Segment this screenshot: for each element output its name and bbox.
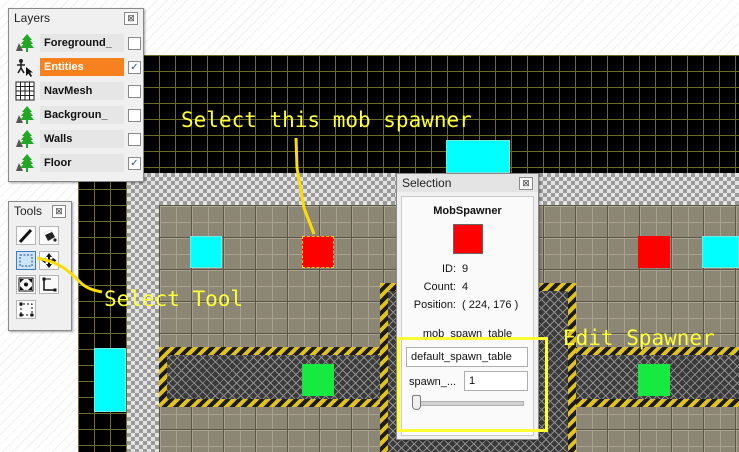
select-tool-button[interactable] — [16, 251, 36, 270]
green-tile[interactable] — [302, 364, 334, 396]
spawn-slider-track[interactable] — [412, 401, 524, 406]
spawn-count-label: spawn_... — [409, 376, 457, 388]
tree-layer-icon — [14, 129, 36, 149]
layer-name[interactable]: NavMesh — [40, 82, 124, 100]
scale-tool-button[interactable] — [16, 275, 36, 294]
layer-visibility-checkbox[interactable] — [128, 37, 141, 50]
selection-panel-title: Selection — [402, 176, 452, 190]
green-tile[interactable] — [638, 364, 670, 396]
cyan-tile[interactable] — [190, 236, 222, 268]
layer-row-backgroun[interactable]: Backgroun_ — [12, 105, 143, 125]
bucket-fill-tool-button[interactable] — [39, 226, 59, 245]
tools-panel-titlebar[interactable]: Tools ⊠ — [9, 202, 71, 220]
layer-name[interactable]: Floor — [40, 154, 124, 172]
pencil-tool-button[interactable] — [16, 226, 36, 245]
entity-layer-icon — [14, 57, 36, 77]
selection-panel-titlebar[interactable]: Selection ⊠ — [397, 174, 538, 192]
layer-name[interactable]: Backgroun_ — [40, 106, 124, 124]
close-icon[interactable]: ⊠ — [52, 205, 66, 218]
cyan-tile[interactable] — [446, 140, 510, 173]
layers-panel: Layers ⊠ Foreground_ Entities ✓ NavMesh Back… — [8, 8, 144, 182]
layers-panel-titlebar[interactable]: Layers ⊠ — [9, 9, 143, 27]
layer-visibility-checkbox[interactable]: ✓ — [128, 61, 141, 74]
tree-layer-icon — [14, 33, 36, 53]
annotation-select-spawner: Select this mob spawner — [181, 108, 472, 132]
layer-name[interactable]: Walls — [40, 130, 124, 148]
bounds-tool-icon — [42, 277, 57, 292]
move-tool-button[interactable] — [39, 251, 59, 270]
annotation-select-tool: Select Tool — [104, 287, 244, 311]
position-value: ( 224, 176 ) — [462, 299, 519, 311]
spawn-slider-thumb[interactable] — [412, 395, 421, 410]
selection-panel: Selection ⊠ MobSpawner ID: 9 Count: 4 Po… — [396, 173, 539, 440]
layers-panel-title: Layers — [14, 11, 51, 25]
count-label: Count: — [423, 281, 456, 293]
layer-row-navmesh[interactable]: NavMesh — [12, 81, 143, 101]
grid-layer-icon — [14, 81, 36, 101]
close-icon[interactable]: ⊠ — [519, 177, 533, 190]
spawn-table-label: mob_spawn_table — [422, 328, 513, 340]
layer-visibility-checkbox[interactable] — [128, 109, 141, 122]
id-value: 9 — [462, 263, 469, 275]
layer-row-walls[interactable]: Walls — [12, 129, 143, 149]
layer-visibility-checkbox[interactable]: ✓ — [128, 157, 141, 170]
count-value: 4 — [462, 281, 469, 293]
wall-left — [127, 173, 159, 452]
pencil-tool-icon — [18, 228, 33, 244]
mob-spawner-selected[interactable] — [302, 236, 334, 268]
layer-row-floor[interactable]: Floor ✓ — [12, 153, 143, 173]
layer-visibility-checkbox[interactable] — [128, 133, 141, 146]
layer-name[interactable]: Entities — [40, 58, 124, 76]
resize-tool-icon — [19, 302, 34, 317]
position-label: Position: — [413, 299, 456, 311]
spawn-count-input[interactable]: 1 — [464, 371, 528, 391]
cyan-tile[interactable] — [94, 348, 126, 412]
layer-row-foreground[interactable]: Foreground_ — [12, 33, 143, 53]
select-tool-icon — [19, 254, 33, 267]
layer-row-entities[interactable]: Entities ✓ — [12, 57, 143, 77]
close-icon[interactable]: ⊠ — [124, 12, 138, 25]
layer-name[interactable]: Foreground_ — [40, 34, 124, 52]
annotation-edit-spawner: Edit Spawner — [563, 326, 715, 350]
spawn-table-input[interactable]: default_spawn_table — [406, 347, 528, 367]
mob-spawner[interactable] — [638, 236, 670, 268]
entity-color-swatch — [453, 224, 483, 254]
tools-panel: Tools ⊠ — [8, 201, 72, 331]
cyan-tile[interactable] — [702, 236, 739, 268]
tree-layer-icon — [14, 105, 36, 125]
bucket-fill-tool-icon — [44, 230, 57, 242]
move-tool-icon — [41, 253, 57, 268]
id-label: ID: — [441, 263, 456, 275]
layer-visibility-checkbox[interactable] — [128, 85, 141, 98]
tools-panel-title: Tools — [14, 204, 43, 218]
selection-body: MobSpawner ID: 9 Count: 4 Position: ( 22… — [401, 196, 534, 436]
resize-tool-button[interactable] — [16, 300, 36, 319]
tree-layer-icon — [14, 153, 36, 173]
scale-tool-icon — [18, 277, 34, 292]
bounds-tool-button[interactable] — [39, 275, 59, 294]
entity-name: MobSpawner — [433, 205, 502, 217]
